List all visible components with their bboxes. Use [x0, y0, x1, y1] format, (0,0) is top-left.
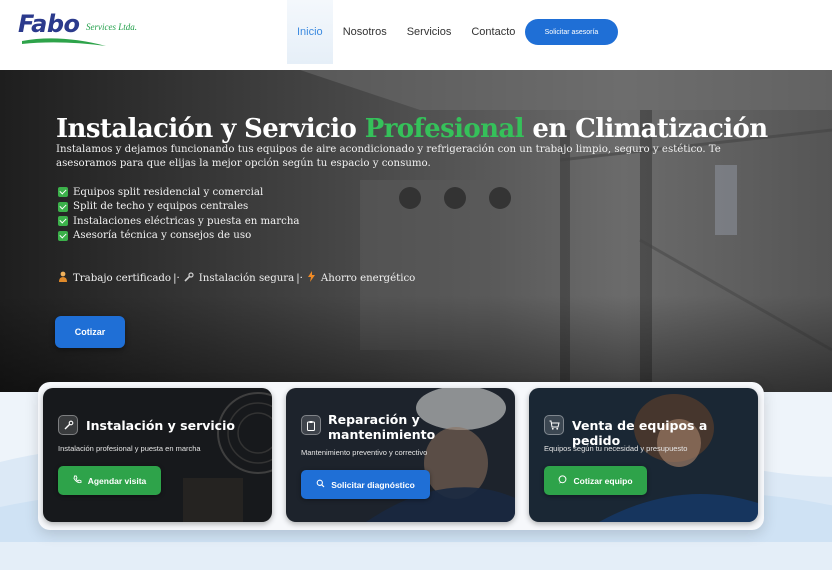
button-label: Cotizar equipo [573, 475, 633, 486]
badge-label: Trabajo certificado [73, 272, 172, 284]
features-checklist: Equipos split residencial y comercial Sp… [58, 185, 299, 243]
checkbox-icon [58, 216, 68, 227]
card-subtitle: Equipos según tu necesidad y presupuesto [544, 444, 688, 453]
nav-contacto[interactable]: Contacto [461, 0, 525, 64]
hero-title-highlight: Profesional [364, 114, 525, 144]
cotizar-button[interactable]: Cotizar [55, 316, 125, 348]
badge-separator: |· [296, 272, 303, 284]
cart-icon [544, 415, 564, 435]
site-header: Fabo Services Ltda. Inicio Nosotros Serv… [0, 0, 832, 70]
logo[interactable]: Fabo Services Ltda. [18, 10, 158, 46]
worker-icon [58, 271, 68, 285]
logo-swoosh-icon [22, 38, 106, 46]
hero-title-part2: en Climatización [523, 114, 768, 144]
checklist-item: Equipos split residencial y comercial [58, 185, 299, 200]
tools-icon [58, 415, 78, 435]
checklist-label: Asesoría técnica y consejos de uso [73, 230, 252, 242]
wrench-icon [184, 271, 194, 285]
card-title: Instalación y servicio [86, 418, 235, 433]
badge-label: Ahorro energético [320, 272, 416, 284]
hero-title-part1: Instalación y Servicio [56, 114, 365, 144]
service-card-reparacion: Reparación y mantenimiento Mantenimiento… [286, 388, 515, 522]
service-card-instalacion: Instalación y servicio Instalación profe… [43, 388, 272, 522]
phone-icon [73, 475, 82, 486]
nav-inicio[interactable]: Inicio [287, 0, 333, 64]
chat-icon [558, 475, 567, 486]
trust-badges: Trabajo certificado |· Instalación segur… [58, 271, 415, 285]
checkbox-icon [58, 230, 68, 241]
search-icon [316, 479, 325, 490]
button-label: Solicitar diagnóstico [331, 479, 415, 490]
clipboard-icon [301, 415, 321, 435]
solicitar-asesoria-button[interactable]: Solicitar asesoría [525, 19, 618, 45]
checklist-label: Equipos split residencial y comercial [73, 186, 264, 198]
nav-nosotros[interactable]: Nosotros [333, 0, 397, 64]
card-background-image [529, 388, 758, 522]
hero-title: Instalación y Servicio Profesional en Cl… [56, 114, 768, 144]
badge-separator: |· [173, 272, 180, 284]
nav-servicios[interactable]: Servicios [397, 0, 462, 64]
cotizar-equipo-button[interactable]: Cotizar equipo [544, 466, 647, 495]
checklist-item: Instalaciones eléctricas y puesta en mar… [58, 214, 299, 229]
logo-wordmark: Fabo [18, 10, 80, 38]
card-subtitle: Instalación profesional y puesta en marc… [58, 444, 201, 453]
checklist-item: Asesoría técnica y consejos de uso [58, 229, 299, 244]
checklist-label: Instalaciones eléctricas y puesta en mar… [73, 215, 300, 227]
logo-tagline: Services Ltda. [86, 22, 137, 32]
solicitar-diagnostico-button[interactable]: Solicitar diagnóstico [301, 470, 430, 499]
button-label: Agendar visita [87, 475, 147, 486]
card-subtitle: Mantenimiento preventivo y correctivo [301, 448, 428, 457]
agendar-visita-button[interactable]: Agendar visita [58, 466, 161, 495]
checkbox-icon [58, 201, 68, 212]
checklist-label: Split de techo y equipos centrales [73, 201, 249, 213]
checkbox-icon [58, 187, 68, 198]
card-background-image [43, 388, 272, 522]
main-nav: Inicio Nosotros Servicios Contacto [287, 0, 525, 64]
lightning-icon [307, 271, 316, 285]
service-card-venta: Venta de equipos a pedido Equipos según … [529, 388, 758, 522]
hero-description: Instalamos y dejamos funcionando tus equ… [56, 144, 721, 169]
badge-label: Instalación segura [198, 272, 295, 284]
card-title: Reparación y mantenimiento [328, 412, 436, 442]
hero-section: Instalación y Servicio Profesional en Cl… [0, 70, 832, 392]
checklist-item: Split de techo y equipos centrales [58, 200, 299, 215]
